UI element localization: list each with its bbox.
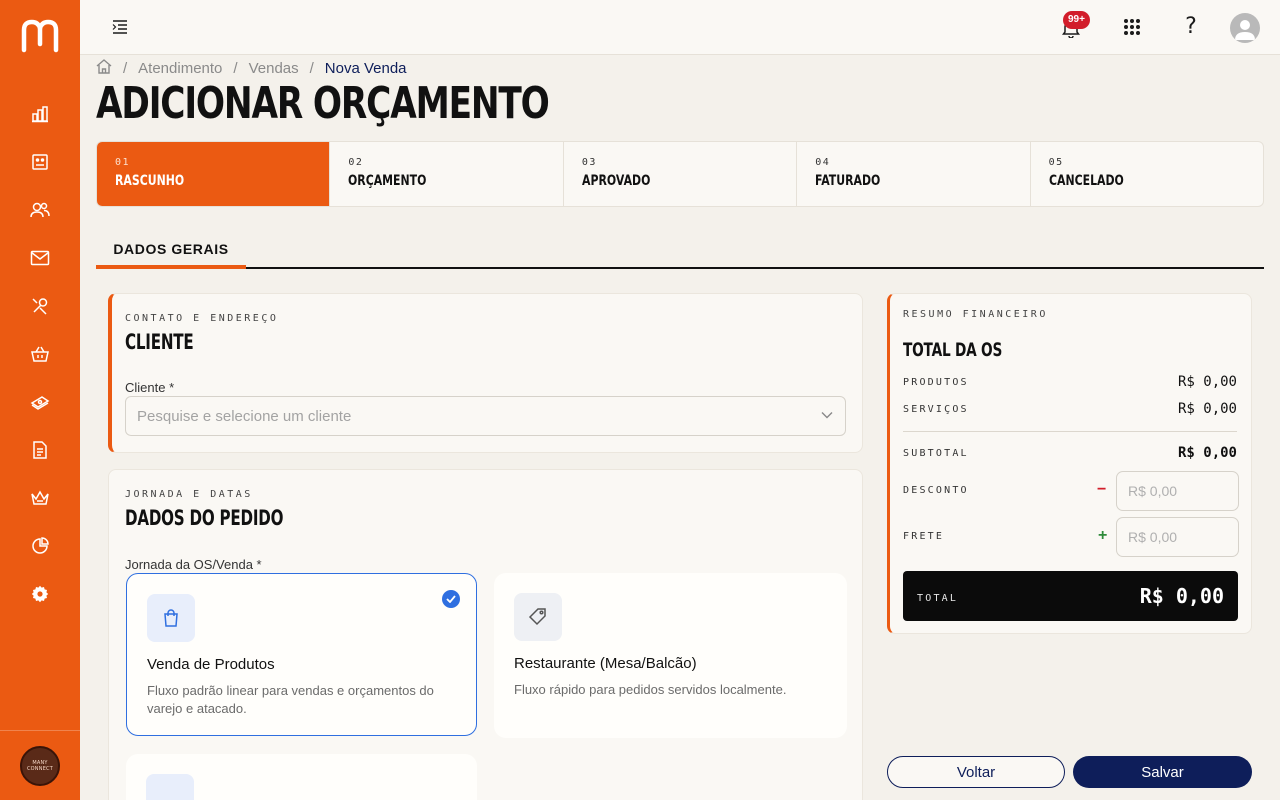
money-icon[interactable] [28,390,52,414]
save-button[interactable]: Salvar [1073,756,1252,788]
total-box: TOTAL R$ 0,00 [903,571,1238,621]
chevron-down-icon [821,412,833,419]
summary-row-value: R$ 0,00 [1177,401,1237,417]
discount-input[interactable]: R$ 0,00 [1116,471,1239,511]
step-orcamento[interactable]: 02 ORÇAMENTO [329,142,562,206]
notifications-badge: 99+ [1063,11,1090,29]
journey-option-restaurante[interactable]: Restaurante (Mesa/Balcão) Fluxo rápido p… [494,573,847,738]
summary-row-produtos: PRODUTOS R$ 0,00 [903,374,1237,390]
users-icon[interactable] [28,198,52,222]
shopping-bag-icon [147,594,195,642]
sidebar-divider [0,730,80,731]
step-number: 04 [815,157,831,168]
active-tab-indicator [96,265,246,269]
summary-row-label: PRODUTOS [903,376,969,388]
option-icon [146,774,194,800]
breadcrumb-atendimento[interactable]: Atendimento [138,60,222,77]
home-icon[interactable] [96,58,112,78]
basket-icon[interactable] [28,342,52,366]
journey-option-venda-produtos[interactable]: Venda de Produtos Fluxo padrão linear pa… [126,573,477,736]
summary-row-value: R$ 0,00 [1177,374,1237,390]
step-cancelado[interactable]: 05 CANCELADO [1029,142,1263,206]
step-label: APROVADO [581,173,651,189]
summary-row-servicos: SERVIÇOS R$ 0,00 [903,401,1237,417]
step-aprovado[interactable]: 03 APROVADO [562,142,796,206]
company-avatar[interactable]: MANY CONNECT [20,746,60,786]
summary-row-subtotal: SUBTOTAL R$ 0,00 [903,445,1237,461]
company-logo-line2: CONNECT [26,766,53,772]
journey-option-partial[interactable] [126,754,477,800]
freight-input[interactable]: R$ 0,00 [1116,517,1239,557]
menu-collapse-icon[interactable] [108,16,132,38]
selected-check-icon [442,590,460,608]
user-avatar[interactable] [1230,13,1260,43]
status-stepper: 01 RASCUNHO 02 ORÇAMENTO 03 APROVADO 04 … [96,141,1264,207]
journey-option-title: Venda de Produtos [147,656,275,673]
journey-option-description-line: Fluxo padrão linear para vendas e orçame… [147,683,434,698]
client-search-select[interactable]: Pesquise e selecione um cliente [125,396,846,436]
tab-bar: DADOS GERAIS [96,228,1264,269]
gear-icon[interactable] [28,582,52,606]
summary-row-value: R$ 0,00 [1177,445,1237,461]
tools-icon[interactable] [28,294,52,318]
client-field-label: Cliente * [125,380,175,395]
app-logo[interactable] [20,16,60,56]
minus-icon: − [1097,481,1107,498]
summary-title: TOTAL DA OS [903,339,1003,361]
step-faturado[interactable]: 04 FATURADO [796,142,1029,206]
summary-divider [903,431,1237,432]
step-number: 02 [348,157,364,168]
journey-option-description: Fluxo rápido para pedidos servidos local… [514,682,787,697]
client-card: CONTATO E ENDEREÇO CLIENTE Cliente * Pes… [108,293,863,453]
help-icon[interactable]: ? [1180,12,1202,40]
order-card-title: DADOS DO PEDIDO [125,506,284,530]
journey-option-description-line: varejo e atacado. [147,701,247,716]
client-card-eyebrow: CONTATO E ENDEREÇO [125,313,279,324]
document-icon[interactable] [28,438,52,462]
apps-grid-icon[interactable] [1122,16,1142,38]
step-label: CANCELADO [1048,173,1124,189]
summary-row-label: SUBTOTAL [903,447,969,459]
journey-field-label: Jornada da OS/Venda * [125,557,262,572]
financial-summary-card: RESUMO FINANCEIRO TOTAL DA OS PRODUTOS R… [887,293,1252,634]
breadcrumb-separator: / [123,59,128,77]
total-value: R$ 0,00 [1139,584,1224,608]
summary-eyebrow: RESUMO FINANCEIRO [903,309,1048,320]
step-label: FATURADO [815,173,881,189]
breadcrumb: / Atendimento / Vendas / Nova Venda [96,58,407,78]
step-number: 01 [115,157,131,168]
tab-dados-gerais[interactable]: DADOS GERAIS [96,228,246,269]
topbar: 99+ ? [80,0,1280,55]
client-card-title: CLIENTE [125,330,194,354]
pie-chart-icon[interactable] [28,534,52,558]
breadcrumb-vendas[interactable]: Vendas [249,60,299,77]
sidebar: MANY CONNECT [0,0,80,800]
order-card-eyebrow: JORNADA E DATAS [125,489,253,500]
summary-row-label: SERVIÇOS [903,403,969,415]
freight-label: FRETE [903,531,945,542]
client-search-placeholder: Pesquise e selecione um cliente [137,407,352,425]
order-card: JORNADA E DATAS DADOS DO PEDIDO Jornada … [108,469,863,800]
dashboard-icon[interactable] [28,150,52,174]
step-rascunho[interactable]: 01 RASCUNHO [97,142,330,206]
step-label: ORÇAMENTO [348,173,427,189]
step-label: RASCUNHO [115,173,185,189]
step-number: 05 [1048,157,1064,168]
tag-icon [514,593,562,641]
plus-icon: + [1098,527,1108,544]
crown-icon[interactable] [28,486,52,510]
total-label: TOTAL [917,593,959,604]
bar-chart-icon[interactable] [28,102,52,126]
discount-label: DESCONTO [903,485,969,496]
breadcrumb-separator: / [233,59,238,77]
journey-option-description: Fluxo padrão linear para vendas e orçame… [147,682,434,718]
page-title: ADICIONAR ORÇAMENTO [96,78,550,129]
journey-option-title: Restaurante (Mesa/Balcão) [514,655,697,672]
mail-icon[interactable] [28,246,52,270]
breadcrumb-current: Nova Venda [324,59,407,77]
back-button[interactable]: Voltar [887,756,1065,788]
step-number: 03 [581,157,597,168]
breadcrumb-separator: / [309,59,314,77]
